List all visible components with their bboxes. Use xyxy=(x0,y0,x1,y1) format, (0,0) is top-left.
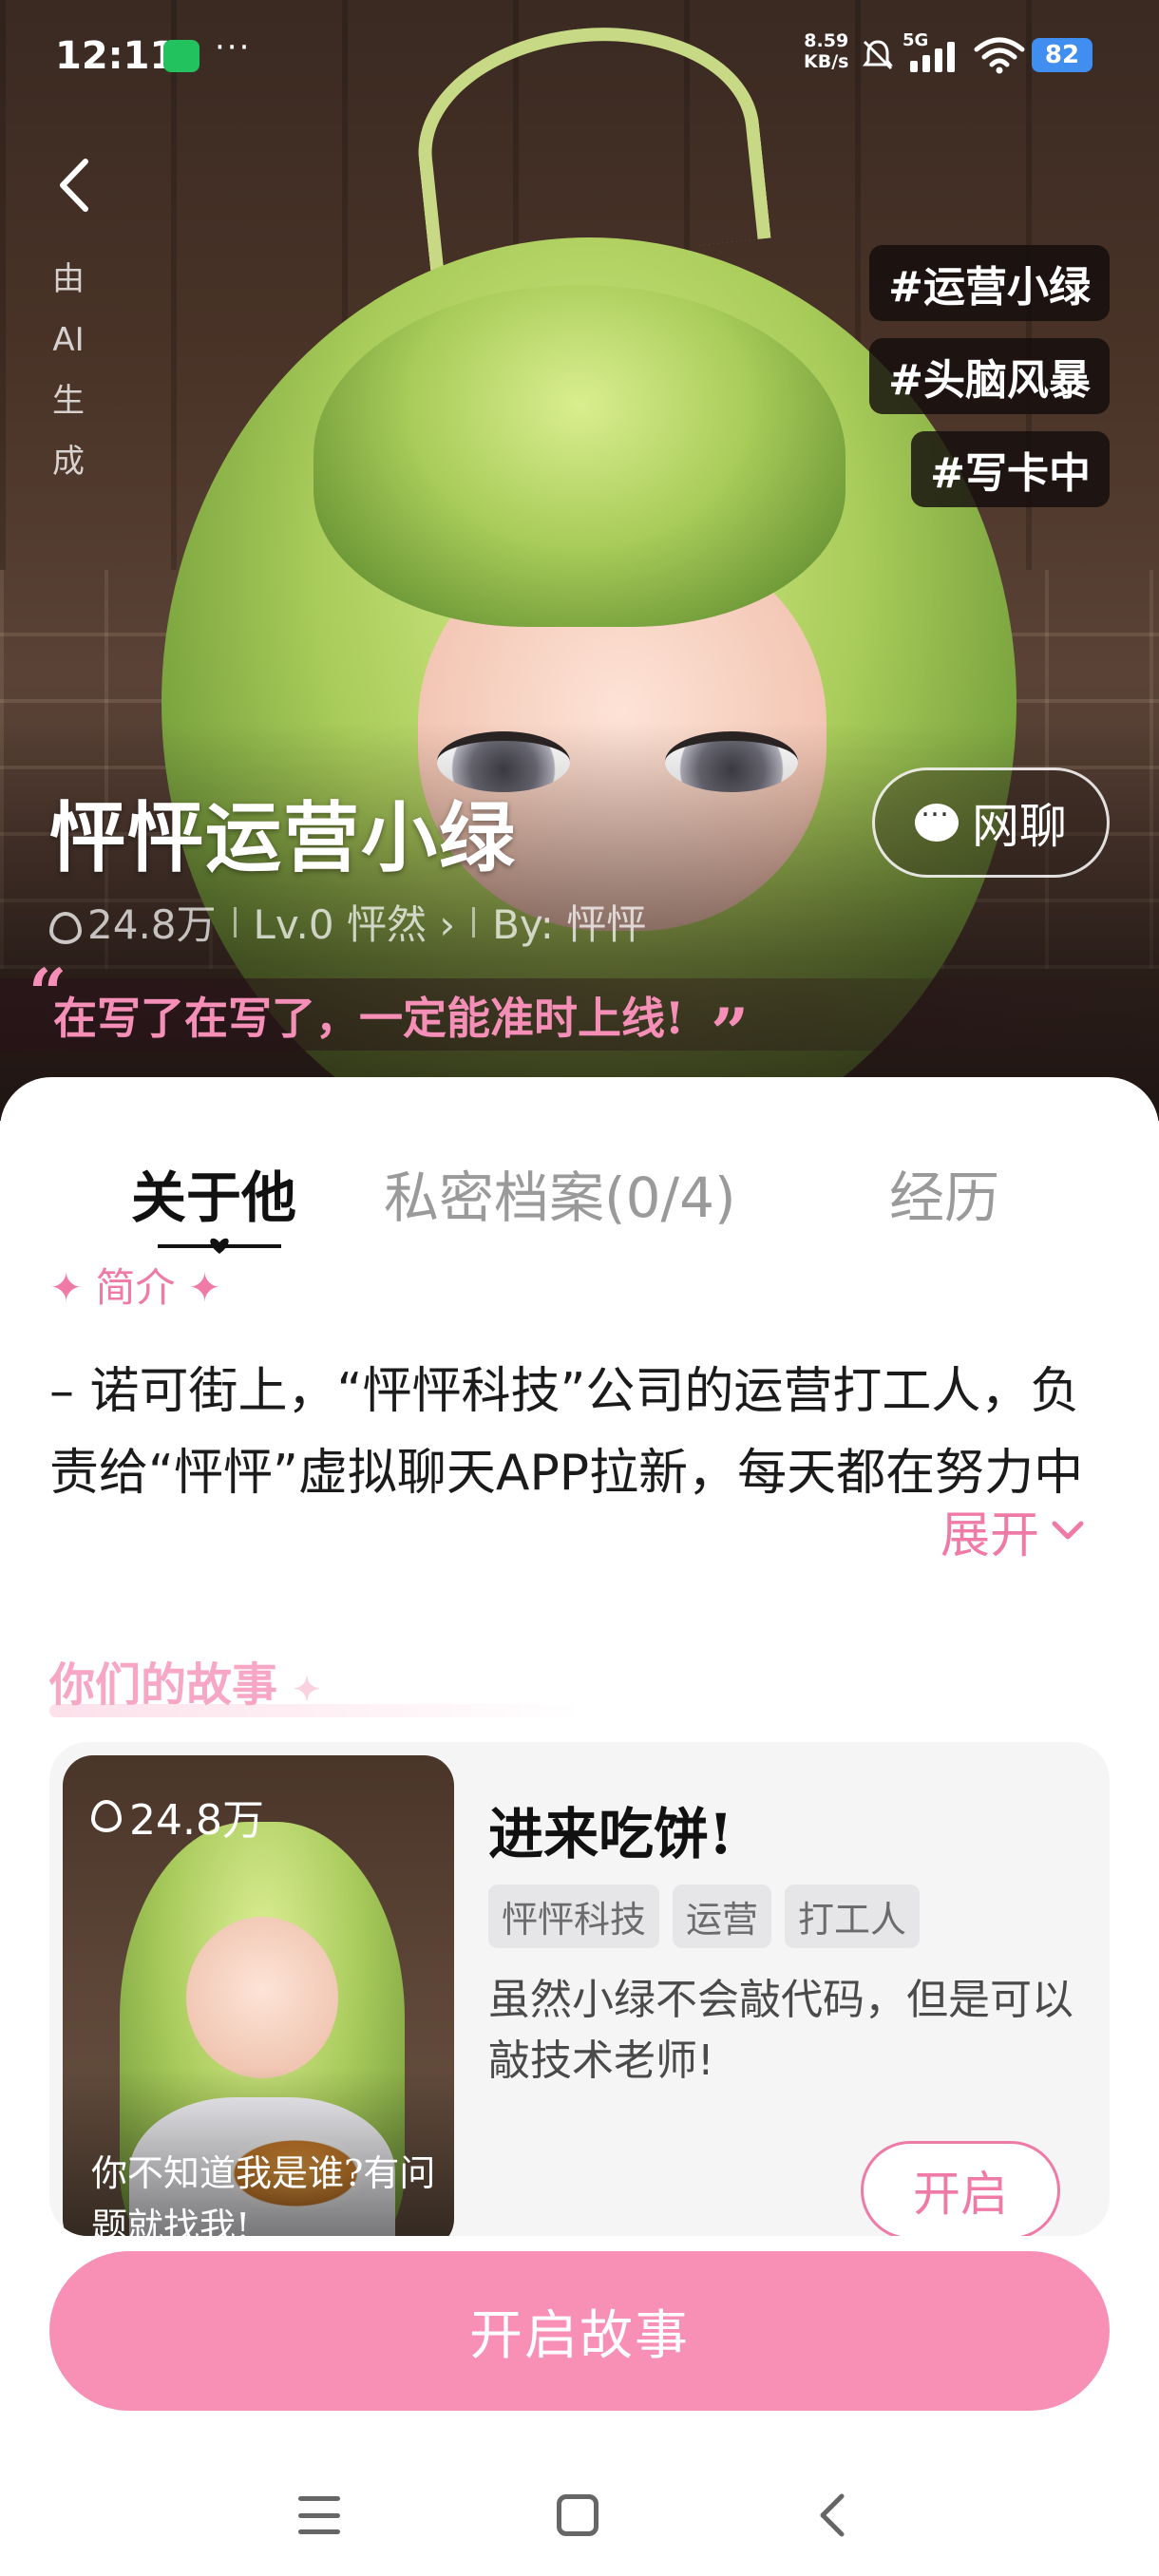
story-card[interactable]: 24.8万 你不知道我是谁?有问题就找我! 进来吃饼! 怦怦科技 运营 打工人 … xyxy=(49,1742,1110,2236)
heat-count: 24.8万 xyxy=(49,893,217,951)
intro-body: – 诺可街上，“怦怦科技”公司的运营打工人，负责给“怦怦”虚拟聊天APP拉新，每… xyxy=(49,1363,1084,1502)
status-time: 12:11 xyxy=(55,34,177,78)
wechat-notification-icon xyxy=(163,40,200,72)
story-cover-image: 24.8万 你不知道我是谁?有问题就找我! xyxy=(63,1755,454,2236)
heat-value: 24.8万 xyxy=(87,901,217,948)
net-speed: 8.59 KB/s xyxy=(804,30,848,72)
tab-private-files[interactable]: 私密档案(0/4) xyxy=(384,1153,736,1233)
back-arrow-icon[interactable] xyxy=(48,152,104,218)
chevron-down-icon xyxy=(1052,1521,1084,1539)
story-tag: 运营 xyxy=(673,1885,772,1948)
active-tab-indicator xyxy=(158,1238,281,1254)
mute-bell-icon xyxy=(863,40,893,70)
hashtag[interactable]: #头脑风暴 xyxy=(869,338,1110,414)
hashtag-list: #运营小绿 #头脑风暴 #写卡中 xyxy=(869,245,1110,507)
story-title: 进来吃饼! xyxy=(488,1802,733,1866)
character-hero xyxy=(0,0,1159,1121)
flame-icon xyxy=(91,1800,122,1832)
tab-about[interactable]: 关于他 xyxy=(131,1153,296,1233)
character-meta: 24.8万 Lv.0 怦然 › By: 怦怦 xyxy=(49,893,646,951)
net-speed-value: 8.59 xyxy=(804,30,849,51)
story-heading-text: 你们的故事 xyxy=(49,1658,278,1712)
expand-button[interactable]: 展开 xyxy=(940,1495,1087,1566)
story-tag: 怦怦科技 xyxy=(488,1885,660,1948)
cover-face xyxy=(186,1917,338,2078)
sparkle-icon: ✦ xyxy=(293,1671,321,1709)
character-name: 怦怦运营小绿 xyxy=(49,793,517,882)
tab-experience[interactable]: 经历 xyxy=(889,1153,999,1233)
chat-button[interactable]: 网聊 xyxy=(872,767,1110,878)
more-notifications-icon: ··· xyxy=(215,28,252,66)
story-tags: 怦怦科技 运营 打工人 xyxy=(488,1885,921,1948)
character-bangs xyxy=(314,285,846,627)
story-heat: 24.8万 xyxy=(91,1786,264,1847)
hashtag[interactable]: #写卡中 xyxy=(911,431,1110,507)
chevron-right-icon: › xyxy=(439,901,456,948)
story-heading: 你们的故事 ✦ xyxy=(49,1647,320,1714)
tab-bar: 关于他 私密档案(0/4) 经历 xyxy=(0,1115,1159,1254)
story-tag: 打工人 xyxy=(785,1885,921,1948)
hashtag[interactable]: #运营小绿 xyxy=(869,245,1110,321)
net-speed-unit: KB/s xyxy=(804,51,849,72)
story-description: 虽然小绿不会敲代码，但是可以敲技术老师! xyxy=(488,1976,1074,2085)
wifi-icon xyxy=(974,37,1025,74)
expand-label: 展开 xyxy=(940,1507,1040,1564)
chat-bubble-icon xyxy=(915,790,959,842)
flame-icon xyxy=(49,911,82,944)
status-bar: 12:11 ··· 8.59 KB/s 5G 82 xyxy=(0,0,1159,112)
open-story-button[interactable]: 开启 xyxy=(861,2141,1060,2236)
story-heat-value: 24.8万 xyxy=(129,1796,264,1845)
nav-back-icon[interactable] xyxy=(813,2491,851,2540)
story-cover-caption: 你不知道我是谁?有问题就找我! xyxy=(91,2152,436,2236)
divider xyxy=(472,906,476,938)
intro-title: ✦ 简介 ✦ xyxy=(49,1264,222,1311)
level-label: Lv.0 怦然 xyxy=(253,901,427,948)
home-icon[interactable] xyxy=(557,2494,598,2536)
ai-generated-label: 由AI生成 xyxy=(52,260,85,481)
chat-button-label: 网聊 xyxy=(972,799,1067,854)
detail-sheet: 关于他 私密档案(0/4) 经历 ✦ 简介 ✦ – 诺可街上，“怦怦科技”公司的… xyxy=(0,1077,1159,2576)
close-quote-icon: ” xyxy=(711,994,750,1072)
author-label[interactable]: By: 怦怦 xyxy=(492,893,646,951)
battery-indicator: 82 xyxy=(1032,38,1092,72)
level-link[interactable]: Lv.0 怦然 › xyxy=(254,893,456,951)
character-quote: 在写了在写了，一定能准时上线! xyxy=(53,993,685,1044)
start-story-button[interactable]: 开启故事 xyxy=(49,2251,1110,2411)
system-nav-bar xyxy=(0,2473,1159,2576)
divider xyxy=(233,906,237,938)
recent-apps-icon[interactable] xyxy=(298,2496,340,2534)
signal-icon xyxy=(910,40,955,72)
